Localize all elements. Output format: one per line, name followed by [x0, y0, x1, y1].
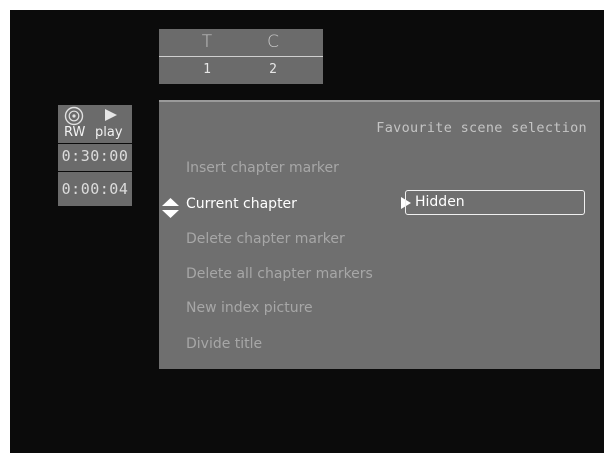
menu-item-delete-all-chapter-markers[interactable]: Delete all chapter markers	[186, 266, 373, 288]
disc-type-label: RW	[64, 125, 86, 140]
divider	[58, 143, 132, 144]
menu-item-delete-chapter-marker[interactable]: Delete chapter marker	[186, 231, 345, 253]
play-icon	[105, 109, 117, 121]
total-time: 0:30:00	[61, 147, 129, 165]
tv-screen: T C 1 2 RW play 0:30:00 0:00:04 Favourit…	[10, 10, 604, 453]
title-header: T	[201, 32, 213, 52]
menu-item-new-index-picture[interactable]: New index picture	[186, 300, 313, 322]
current-chapter-value: Hidden	[415, 194, 465, 210]
favourite-scene-menu: Favourite scene selection Insert chapter…	[159, 100, 600, 369]
menu-title: Favourite scene selection	[376, 120, 587, 136]
status-labels: RW play	[58, 125, 132, 143]
disc-icon	[64, 106, 84, 126]
chapter-header: C	[267, 32, 279, 52]
title-chapter-headers: T C	[159, 29, 323, 55]
panel-top-border	[159, 100, 600, 102]
chapter-number: 2	[269, 62, 277, 77]
divider	[159, 56, 323, 57]
playback-status: RW play 0:30:00 0:00:04	[58, 105, 132, 206]
menu-item-divide-title[interactable]: Divide title	[186, 336, 262, 358]
elapsed-time: 0:00:04	[61, 180, 129, 198]
up-down-arrows-icon	[162, 198, 179, 218]
title-number: 1	[203, 62, 211, 77]
menu-item-insert-chapter-marker[interactable]: Insert chapter marker	[186, 160, 339, 182]
title-chapter-values: 1 2	[159, 60, 323, 84]
divider	[58, 171, 132, 172]
menu-item-current-chapter[interactable]: Current chapter	[186, 196, 297, 218]
play-mode-label: play	[95, 125, 123, 140]
title-chapter-indicator: T C 1 2	[159, 29, 323, 84]
